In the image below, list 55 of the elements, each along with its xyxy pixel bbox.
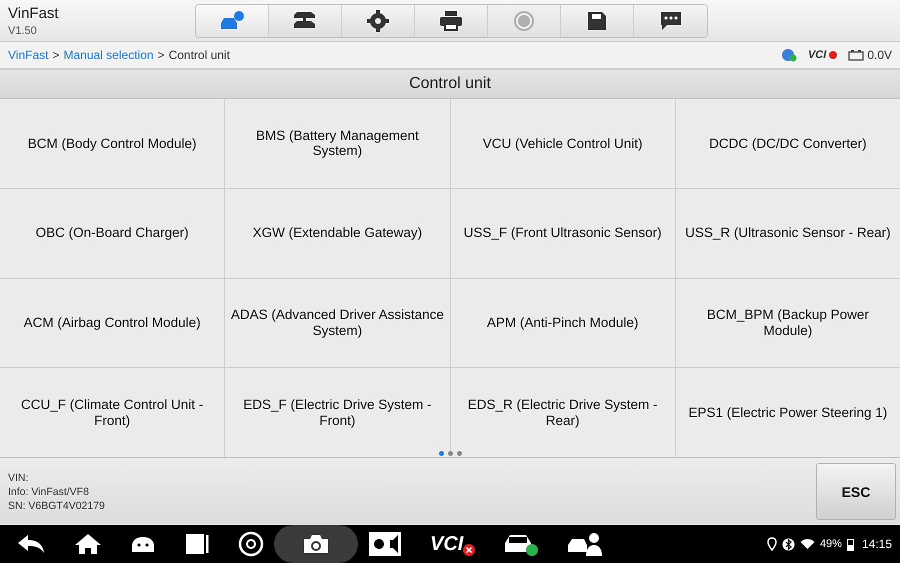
breadcrumb-separator: > xyxy=(52,48,60,62)
settings-button[interactable] xyxy=(342,4,415,36)
error-badge-icon xyxy=(463,544,476,556)
module-button[interactable]: OBC (On-Board Charger) xyxy=(0,188,224,278)
vehicle-info-line: VIN: xyxy=(8,472,30,484)
module-button[interactable]: BCM_BPM (Backup Power Module) xyxy=(676,278,900,368)
disconnected-icon xyxy=(829,51,838,59)
module-button[interactable]: USS_F (Front Ultrasonic Sensor) xyxy=(450,188,675,278)
module-button[interactable]: CCU_F (Climate Control Unit - Front) xyxy=(0,368,224,457)
module-button[interactable]: EPS1 (Electric Power Steering 1) xyxy=(676,368,900,457)
car-lift-button[interactable] xyxy=(269,4,342,36)
version-label: V1.50 xyxy=(8,24,38,36)
section-title: Control unit xyxy=(0,70,900,99)
location-icon xyxy=(766,537,777,551)
bluetooth-icon xyxy=(782,538,795,550)
breadcrumb-link[interactable]: Manual selection xyxy=(63,48,154,62)
voltage-reading: 0.0V xyxy=(867,48,892,62)
app-title: VinFast xyxy=(8,4,60,22)
module-button[interactable]: USS_R (Ultrasonic Sensor - Rear) xyxy=(676,188,900,278)
vehicle-info-line: Info: VinFast/VF8 xyxy=(8,486,90,498)
breadcrumb-current: Control unit xyxy=(168,48,230,62)
home-icon[interactable] xyxy=(74,532,102,556)
module-button[interactable]: DCDC (DC/DC Converter) xyxy=(676,99,900,188)
print-button[interactable] xyxy=(415,4,488,36)
module-button[interactable]: APM (Anti-Pinch Module) xyxy=(450,278,675,368)
globe-icon xyxy=(780,48,797,62)
module-button[interactable]: EDS_R (Electric Drive System - Rear) xyxy=(450,368,675,457)
camera-icon xyxy=(302,533,330,555)
car-cloud-button[interactable] xyxy=(196,4,269,36)
breadcrumb-link[interactable]: VinFast xyxy=(8,48,48,62)
save-button[interactable] xyxy=(561,4,634,36)
clock: 14:15 xyxy=(862,537,892,551)
esc-button[interactable]: ESC xyxy=(816,463,896,520)
breadcrumb-separator: > xyxy=(158,48,165,62)
battery-level-icon xyxy=(846,538,854,550)
module-button[interactable]: XGW (Extendable Gateway) xyxy=(225,188,450,278)
wifi-icon xyxy=(800,538,815,550)
car-technician-icon[interactable] xyxy=(567,531,604,557)
brightness-volume-icon[interactable] xyxy=(368,531,402,557)
printer-icon xyxy=(437,8,465,32)
chat-button[interactable] xyxy=(634,4,707,36)
recent-apps-icon[interactable] xyxy=(184,532,210,556)
module-button[interactable]: EDS_F (Electric Drive System - Front) xyxy=(225,368,450,457)
vci-label: VCI xyxy=(808,49,826,61)
battery-icon xyxy=(848,49,864,61)
module-button[interactable]: ADAS (Advanced Driver Assistance System) xyxy=(225,278,450,368)
camera-button[interactable] xyxy=(274,525,358,563)
module-button[interactable]: ACM (Airbag Control Module) xyxy=(0,278,224,368)
module-button[interactable]: BMS (Battery Management System) xyxy=(225,99,450,188)
module-button[interactable]: VCU (Vehicle Control Unit) xyxy=(450,99,675,188)
settings-icon xyxy=(364,8,392,32)
vci-button[interactable]: VCI xyxy=(430,532,464,556)
battery-percent: 49% xyxy=(820,538,842,550)
module-button[interactable]: BCM (Body Control Module) xyxy=(0,99,224,188)
vehicle-info-line: SN: V6BGT4V02179 xyxy=(8,500,105,512)
